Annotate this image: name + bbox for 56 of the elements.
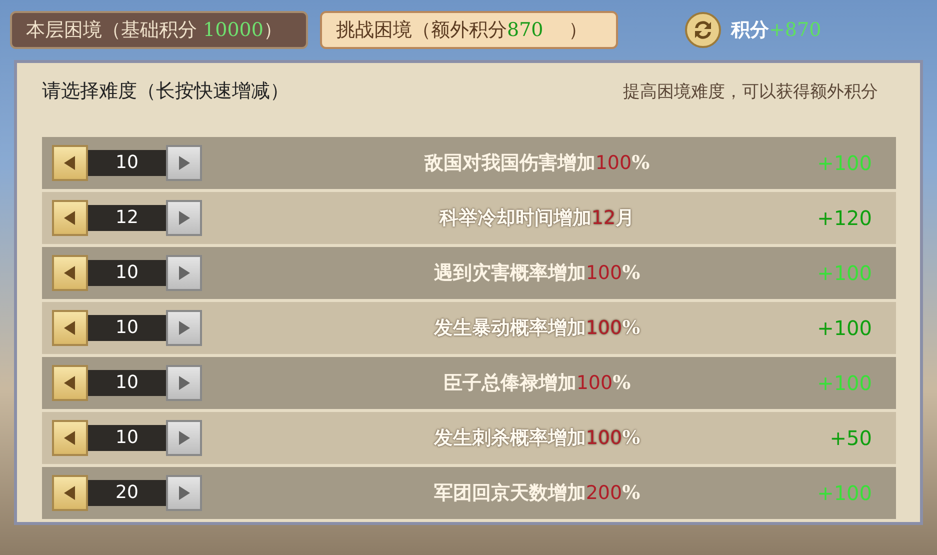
count-value: 10 — [88, 370, 166, 396]
bonus-points: +100 — [816, 261, 872, 285]
decrease-button[interactable] — [52, 255, 88, 291]
count-value: 20 — [88, 480, 166, 506]
right-arrow-icon — [177, 485, 191, 501]
decrease-button[interactable] — [52, 200, 88, 236]
increase-button[interactable] — [166, 310, 202, 346]
decrease-button[interactable] — [52, 365, 88, 401]
increase-button[interactable] — [166, 145, 202, 181]
left-arrow-icon — [63, 430, 77, 446]
increase-button[interactable] — [166, 475, 202, 511]
difficulty-label: 敌国对我国伤害增加100% — [423, 151, 651, 176]
count-value: 12 — [88, 205, 166, 231]
decrease-button[interactable] — [52, 145, 88, 181]
tab[interactable]: 本层困境（基础积分 10000） — [10, 11, 308, 49]
left-arrow-icon — [63, 155, 77, 171]
left-arrow-icon — [63, 320, 77, 336]
difficulty-label: 遇到灾害概率增加100% — [432, 261, 642, 286]
count-value: 10 — [88, 260, 166, 286]
right-arrow-icon — [177, 320, 191, 336]
bonus-points: +100 — [816, 316, 872, 340]
left-arrow-icon — [63, 265, 77, 281]
difficulty-label: 发生暴动概率增加100% — [432, 316, 642, 341]
difficulty-label: 臣子总俸禄增加100% — [442, 371, 632, 396]
bonus-points: +100 — [816, 371, 872, 395]
increase-button[interactable] — [166, 200, 202, 236]
bonus-points: +120 — [816, 206, 872, 230]
left-arrow-icon — [63, 375, 77, 391]
decrease-button[interactable] — [52, 475, 88, 511]
score-label: 积分 — [731, 18, 769, 43]
increase-button[interactable] — [166, 365, 202, 401]
count-value: 10 — [88, 150, 166, 176]
hint-text: 提高困境难度，可以获得额外积分 — [623, 80, 878, 102]
refresh-icon[interactable] — [685, 12, 721, 48]
right-arrow-icon — [177, 210, 191, 226]
count-value: 10 — [88, 315, 166, 341]
difficulty-label: 发生刺杀概率增加100% — [432, 426, 642, 451]
bonus-points: +50 — [828, 426, 872, 450]
score-value: +870 — [769, 19, 822, 41]
difficulty-label: 军团回京天数增加200% — [432, 481, 642, 506]
increase-button[interactable] — [166, 255, 202, 291]
left-arrow-icon — [63, 485, 77, 501]
increase-button[interactable] — [166, 420, 202, 456]
decrease-button[interactable] — [52, 310, 88, 346]
right-arrow-icon — [177, 375, 191, 391]
bonus-points: +100 — [816, 481, 872, 505]
decrease-button[interactable] — [52, 420, 88, 456]
right-arrow-icon — [177, 155, 191, 171]
tab[interactable]: 挑战困境（额外积分870 ） — [320, 11, 618, 49]
difficulty-label: 科举冷却时间增加12月 — [438, 206, 636, 231]
count-value: 10 — [88, 425, 166, 451]
right-arrow-icon — [177, 430, 191, 446]
left-arrow-icon — [63, 210, 77, 226]
right-arrow-icon — [177, 265, 191, 281]
panel-title: 请选择难度（长按快速增减） — [42, 79, 289, 104]
bonus-points: +100 — [816, 151, 872, 175]
